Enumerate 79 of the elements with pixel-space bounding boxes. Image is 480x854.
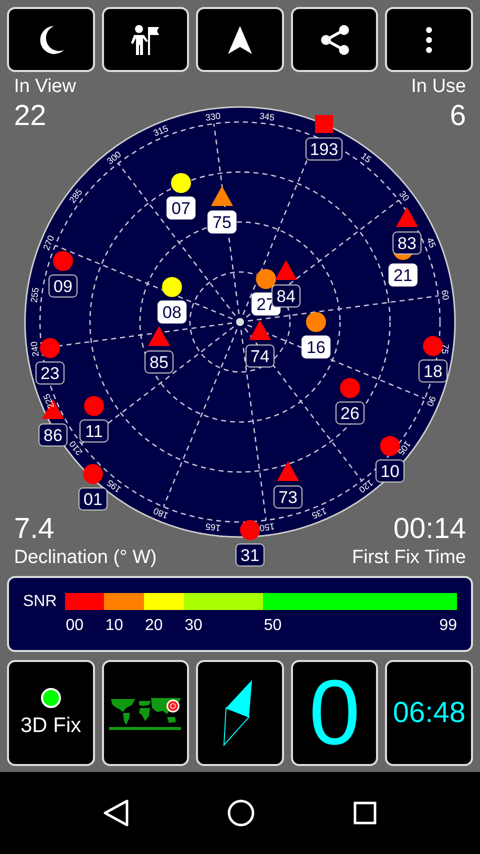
fix-status-label: 3D Fix xyxy=(20,714,82,738)
center-icon xyxy=(236,318,244,326)
satellite-label: 85 xyxy=(144,350,174,374)
satellite-label: 16 xyxy=(302,336,330,358)
bearing-label: 255 xyxy=(28,286,41,304)
more-icon xyxy=(425,26,434,52)
person-flag-icon xyxy=(130,24,160,56)
home-icon xyxy=(227,799,255,827)
moon-button[interactable] xyxy=(7,7,95,72)
bearing-label: 135 xyxy=(310,506,328,521)
satellite-label: 86 xyxy=(38,424,68,446)
satellite-label: 08 xyxy=(158,300,186,324)
share-icon xyxy=(320,24,350,54)
bearing-label: 240 xyxy=(28,340,41,358)
satellite-label: 83 xyxy=(392,232,422,254)
satellite-label: 18 xyxy=(418,360,448,382)
satellite-label: 23 xyxy=(36,362,64,384)
fix-status-tile[interactable]: 3D Fix xyxy=(7,660,95,766)
declination-label: Declination (° W) xyxy=(14,546,157,570)
more-button[interactable] xyxy=(385,7,473,72)
satellite-label: 09 xyxy=(48,274,78,298)
bearing-label: 300 xyxy=(104,149,123,166)
map-tile[interactable] xyxy=(102,660,190,766)
satellite-label: 75 xyxy=(208,210,236,234)
snr-label: SNR xyxy=(23,593,57,612)
satellite-label: 11 xyxy=(80,420,108,442)
first-fix-value: 00:14 xyxy=(393,512,466,546)
bearing-label: 90 xyxy=(424,394,438,408)
satellite-label: 193 xyxy=(306,138,342,160)
snr-tick-label: 00 xyxy=(64,617,84,635)
back-icon xyxy=(103,799,129,827)
bearing-label: 285 xyxy=(67,186,84,205)
snr-tick-label: 10 xyxy=(104,617,124,635)
share-button[interactable] xyxy=(290,7,378,72)
satellite-label: 10 xyxy=(376,460,404,482)
person-flag-button[interactable] xyxy=(102,7,190,72)
navigation-icon xyxy=(226,24,253,54)
snr-tick-label: 30 xyxy=(184,617,202,635)
bearing-label: 345 xyxy=(258,110,276,123)
bearing-label: 150 xyxy=(258,521,276,534)
bearing-label: 75 xyxy=(440,343,451,355)
in-use-count: 6 xyxy=(450,99,466,133)
bearing-label: 330 xyxy=(204,110,222,123)
bearing-label: 180 xyxy=(152,506,170,521)
count-tile[interactable]: 0 xyxy=(290,660,378,766)
time-tile[interactable]: 06:48 xyxy=(385,660,473,766)
in-use-label: In Use xyxy=(411,75,466,99)
bearing-label: 60 xyxy=(440,289,451,301)
compass-tile[interactable] xyxy=(196,660,284,766)
satellite-label: 73 xyxy=(274,486,302,508)
bearing-label: 315 xyxy=(152,123,170,138)
snr-tick-label: 50 xyxy=(262,617,282,635)
satellite-label: 84 xyxy=(272,284,300,308)
bearing-label: 15 xyxy=(359,150,374,165)
satellite-label: 26 xyxy=(336,402,364,424)
in-view-label: In View xyxy=(14,75,76,99)
snr-tick-label: 99 xyxy=(438,617,458,635)
satellite-label: 21 xyxy=(388,264,418,286)
navigation-button[interactable] xyxy=(196,7,284,72)
satellite-label: 31 xyxy=(236,544,264,566)
bearing-label: 225 xyxy=(41,392,56,410)
snr-tick-label: 20 xyxy=(144,617,163,635)
location-target-icon xyxy=(166,699,180,713)
declination-value: 7.4 xyxy=(14,512,56,546)
recents-icon xyxy=(353,801,377,825)
satellite-label: 01 xyxy=(78,488,108,510)
bearing-label: 105 xyxy=(396,439,413,458)
bearing-label: 120 xyxy=(357,478,376,495)
time-value: 06:48 xyxy=(392,696,466,730)
bearing-label: 45 xyxy=(424,236,438,250)
count-value: 0 xyxy=(308,667,360,759)
satellite-label: 07 xyxy=(166,196,196,220)
bearing-label: 195 xyxy=(104,478,123,495)
first-fix-label: First Fix Time xyxy=(352,546,466,570)
satellite-label: 74 xyxy=(246,344,274,368)
bearing-label: 270 xyxy=(41,234,56,252)
bearing-label: 165 xyxy=(204,521,222,534)
bearing-label: 30 xyxy=(397,188,412,203)
in-view-count: 22 xyxy=(14,99,48,133)
